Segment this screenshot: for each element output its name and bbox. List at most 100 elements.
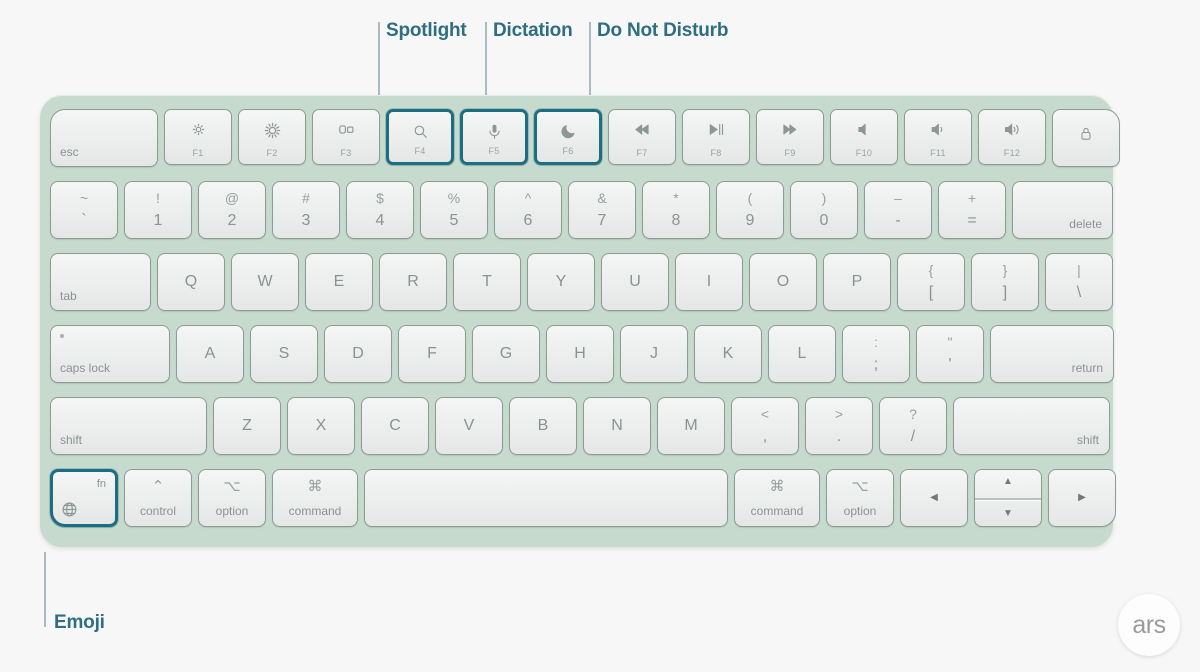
- key-bracket-right-shift-glyph: }: [1002, 262, 1008, 278]
- key-f2[interactable]: F2: [238, 109, 306, 165]
- key-f10[interactable]: F10: [830, 109, 898, 165]
- key-shift-left[interactable]: shift: [50, 397, 207, 455]
- key-bracket-left[interactable]: {[: [897, 253, 965, 311]
- key-7[interactable]: & 7: [568, 181, 636, 239]
- key-5-glyph: 5: [449, 212, 459, 229]
- arrow-up-icon[interactable]: ▲: [975, 477, 1041, 487]
- key-h[interactable]: H: [546, 325, 614, 383]
- key-l[interactable]: L: [768, 325, 836, 383]
- key-f6-fn-label: F6: [562, 146, 574, 156]
- key-tab[interactable]: tab: [50, 253, 151, 311]
- key-i[interactable]: I: [675, 253, 743, 311]
- key-k[interactable]: K: [694, 325, 762, 383]
- key-touch-id[interactable]: [1052, 109, 1120, 167]
- key-a-label: A: [204, 345, 216, 362]
- key-f8[interactable]: F8: [682, 109, 750, 165]
- key-f3[interactable]: F3: [312, 109, 380, 165]
- key-d[interactable]: D: [324, 325, 392, 383]
- arrow-down-icon[interactable]: ▼: [975, 509, 1041, 519]
- arrow-key-divider: [975, 498, 1041, 500]
- key-0[interactable]: ) 0: [790, 181, 858, 239]
- key-1-glyph: 1: [153, 212, 163, 229]
- key-w[interactable]: W: [231, 253, 299, 311]
- key-n[interactable]: N: [583, 397, 651, 455]
- key-esc[interactable]: esc: [50, 109, 158, 167]
- key-return[interactable]: return: [990, 325, 1114, 383]
- key-bracket-right[interactable]: }]: [971, 253, 1039, 311]
- key-shift-right[interactable]: shift: [953, 397, 1110, 455]
- key-m[interactable]: M: [657, 397, 725, 455]
- key-semicolon-glyph: ;: [873, 356, 879, 373]
- key-f4[interactable]: F4: [386, 109, 454, 165]
- key-slash[interactable]: ? /: [879, 397, 947, 455]
- key-arrow-right[interactable]: ▶: [1048, 469, 1116, 527]
- key-quote[interactable]: " ': [916, 325, 984, 383]
- key-0-glyph: 0: [819, 212, 829, 229]
- key-y[interactable]: Y: [527, 253, 595, 311]
- key-f1[interactable]: F1: [164, 109, 232, 165]
- key-u[interactable]: U: [601, 253, 669, 311]
- key-space[interactable]: [364, 469, 728, 527]
- key-s[interactable]: S: [250, 325, 318, 383]
- key-e[interactable]: E: [305, 253, 373, 311]
- key-r[interactable]: R: [379, 253, 447, 311]
- key-caps-lock[interactable]: caps lock: [50, 325, 170, 383]
- key-f7[interactable]: F7: [608, 109, 676, 165]
- key-1[interactable]: ! 1: [124, 181, 192, 239]
- key-c[interactable]: C: [361, 397, 429, 455]
- key-equals[interactable]: + =: [938, 181, 1006, 239]
- key-t[interactable]: T: [453, 253, 521, 311]
- key-arrow-updown[interactable]: ▲ ▼: [974, 469, 1042, 527]
- key-comma[interactable]: <,: [731, 397, 799, 455]
- key-minus[interactable]: – -: [864, 181, 932, 239]
- key-4[interactable]: $4: [346, 181, 414, 239]
- key-u-label: U: [629, 273, 641, 290]
- key-8[interactable]: * 8: [642, 181, 710, 239]
- key-q[interactable]: Q: [157, 253, 225, 311]
- key-f12-fn-label: F12: [1003, 148, 1021, 158]
- key-3[interactable]: #3: [272, 181, 340, 239]
- key-semicolon[interactable]: :;: [842, 325, 910, 383]
- key-o[interactable]: O: [749, 253, 817, 311]
- arrow-left-icon: ◀: [930, 492, 938, 503]
- key-control-left[interactable]: ⌃ control: [124, 469, 192, 527]
- key-2[interactable]: @2: [198, 181, 266, 239]
- key-f12[interactable]: F12: [978, 109, 1046, 165]
- key-backtick[interactable]: ~ `: [50, 181, 118, 239]
- key-g[interactable]: G: [472, 325, 540, 383]
- key-z[interactable]: Z: [213, 397, 281, 455]
- key-backslash[interactable]: | \: [1045, 253, 1113, 311]
- key-return-label: return: [1071, 361, 1103, 375]
- key-7-glyph: 7: [597, 212, 607, 229]
- key-command-right[interactable]: ⌘ command: [734, 469, 820, 527]
- key-f9[interactable]: F9: [756, 109, 824, 165]
- key-9[interactable]: (9: [716, 181, 784, 239]
- key-1-shift-glyph: !: [156, 190, 160, 206]
- key-f11[interactable]: F11: [904, 109, 972, 165]
- key-period[interactable]: >.: [805, 397, 873, 455]
- key-j[interactable]: J: [620, 325, 688, 383]
- key-f11-fn-label: F11: [930, 148, 946, 158]
- key-fn[interactable]: fn: [50, 469, 118, 527]
- key-a[interactable]: A: [176, 325, 244, 383]
- key-f5[interactable]: F5: [460, 109, 528, 165]
- key-option-left[interactable]: ⌥ option: [198, 469, 266, 527]
- volume-up-icon: [979, 121, 1045, 141]
- key-delete[interactable]: delete: [1012, 181, 1113, 239]
- key-f6[interactable]: F6: [534, 109, 602, 165]
- key-command-left[interactable]: ⌘ command: [272, 469, 358, 527]
- apple-magic-keyboard[interactable]: esc F1 F2 F3 F4 F5 F6 F7 F8 F9 F10 F11 F12 ~ `! 1 @2 #3 $4…: [40, 95, 1120, 547]
- key-p[interactable]: P: [823, 253, 891, 311]
- key-slash-glyph: /: [910, 428, 916, 445]
- key-option-left-symbol: ⌥: [223, 478, 241, 495]
- globe-icon: [61, 501, 78, 518]
- key-arrow-left[interactable]: ◀: [900, 469, 968, 527]
- key-5[interactable]: % 5: [420, 181, 488, 239]
- key-b[interactable]: B: [509, 397, 577, 455]
- key-v[interactable]: V: [435, 397, 503, 455]
- key-f[interactable]: F: [398, 325, 466, 383]
- key-x[interactable]: X: [287, 397, 355, 455]
- key-option-right[interactable]: ⌥ option: [826, 469, 894, 527]
- key-6[interactable]: ^ 6: [494, 181, 562, 239]
- key-t-label: T: [482, 273, 492, 290]
